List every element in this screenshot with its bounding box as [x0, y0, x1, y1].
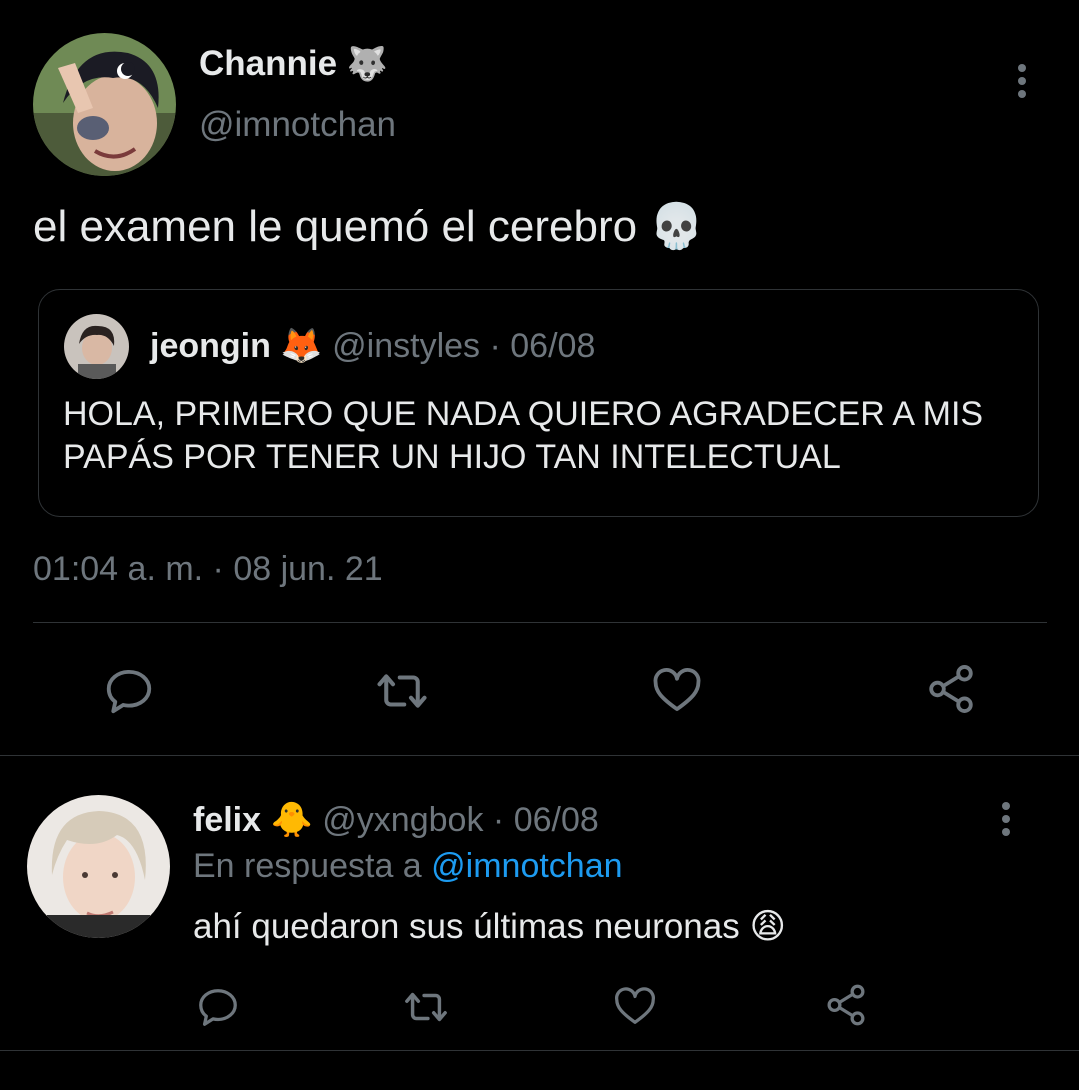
reply-separator: · — [492, 801, 505, 839]
chick-emoji: 🐥 — [270, 801, 313, 839]
reply-like-icon[interactable] — [612, 983, 658, 1029]
quoted-avatar[interactable] — [64, 314, 129, 379]
in-reply-prefix: En respuesta a — [193, 847, 422, 885]
fox-emoji: 🦊 — [280, 327, 323, 365]
more-options-icon[interactable] — [1008, 62, 1036, 102]
reply-icon[interactable] — [102, 664, 156, 718]
quoted-avatar-image — [64, 314, 129, 379]
author-name-row[interactable]: Channie 🐺 — [199, 44, 388, 84]
wolf-emoji: 🐺 — [346, 45, 388, 82]
reply-share-icon[interactable] — [823, 982, 869, 1028]
reply-retweet-icon[interactable] — [400, 984, 452, 1030]
quoted-display-name[interactable]: jeongin — [150, 327, 271, 365]
reply-reply-icon[interactable] — [195, 984, 241, 1030]
main-tweet-divider — [0, 755, 1079, 756]
quoted-header: jeongin 🦊 @instyles · 06/08 — [150, 326, 595, 366]
tweet-timestamp[interactable]: 01:04 a. m. · 08 jun. 21 — [33, 550, 383, 589]
in-reply-handle-link[interactable]: @imnotchan — [431, 847, 622, 885]
author-avatar[interactable] — [33, 33, 176, 176]
skull-emoji: 💀 — [649, 202, 705, 251]
reply-divider — [0, 1050, 1079, 1051]
author-handle[interactable]: @imnotchan — [199, 105, 396, 145]
quoted-date[interactable]: 06/08 — [510, 327, 595, 365]
share-icon[interactable] — [924, 662, 978, 716]
reply-text: ahí quedaron sus últimas neuronas — [193, 907, 740, 946]
reply-handle[interactable]: @yxngbok — [322, 801, 483, 839]
reply-date[interactable]: 06/08 — [514, 801, 599, 839]
in-reply-to: En respuesta a @imnotchan — [193, 847, 623, 886]
reply-text-row: ahí quedaron sus últimas neuronas 😩 — [193, 907, 786, 947]
author-avatar-image — [33, 33, 176, 176]
timestamp-divider — [33, 622, 1047, 623]
reply-avatar-image — [27, 795, 170, 938]
author-display-name: Channie — [199, 44, 338, 83]
quoted-text: HOLA, PRIMERO QUE NADA QUIERO AGRADECER … — [63, 395, 984, 476]
tweet-text: el examen le quemó el cerebro — [33, 202, 638, 251]
reply-more-options-icon[interactable] — [992, 800, 1020, 840]
reply-header: felix 🐥 @yxngbok · 06/08 — [193, 800, 599, 840]
retweet-icon[interactable] — [372, 664, 432, 718]
reply-display-name[interactable]: felix — [193, 801, 261, 839]
weary-emoji: 😩 — [749, 907, 786, 946]
quoted-separator: · — [489, 327, 501, 365]
reply-avatar[interactable] — [27, 795, 170, 938]
like-icon[interactable] — [650, 663, 704, 717]
quoted-handle[interactable]: @instyles — [332, 327, 480, 365]
tweet-text-row: el examen le quemó el cerebro 💀 — [33, 200, 704, 252]
